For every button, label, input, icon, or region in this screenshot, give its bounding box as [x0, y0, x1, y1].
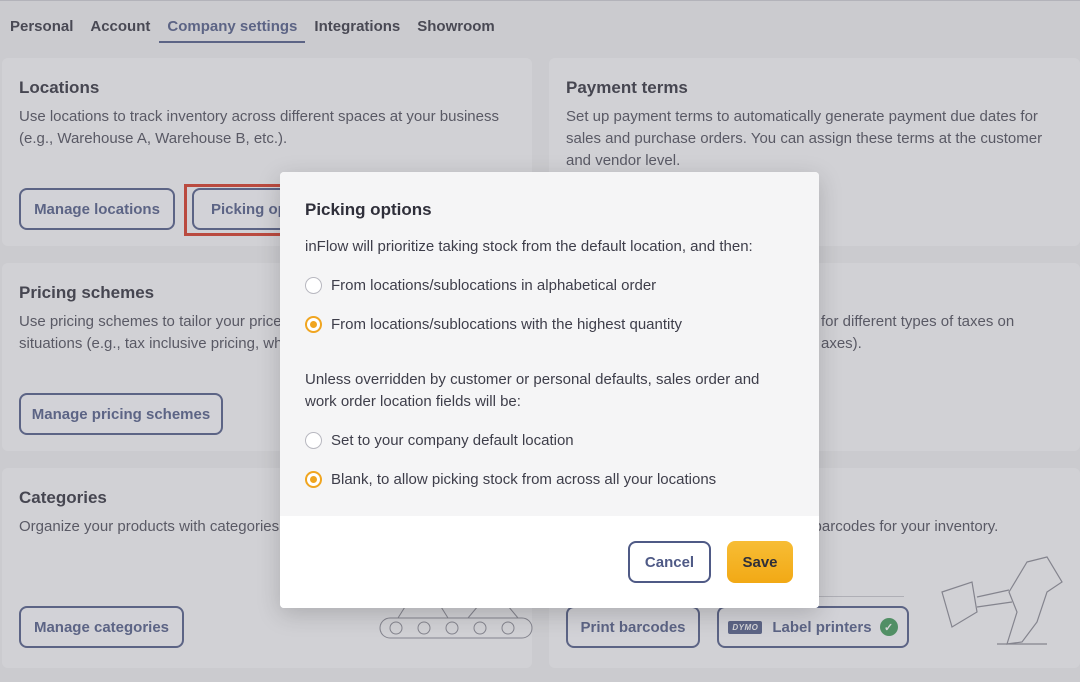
save-button[interactable]: Save — [727, 541, 793, 583]
dialog-body: Picking options inFlow will prioritize t… — [280, 172, 819, 516]
dialog-intro: inFlow will prioritize taking stock from… — [305, 238, 753, 255]
option-blank-label: Blank, to allow picking stock from acros… — [331, 471, 717, 488]
option-alphabetical[interactable]: From locations/sublocations in alphabeti… — [305, 277, 656, 294]
option-alphabetical-label: From locations/sublocations in alphabeti… — [331, 277, 657, 294]
radio-company-default[interactable] — [305, 432, 322, 449]
option-company-default-label: Set to your company default location — [331, 432, 574, 449]
radio-alphabetical[interactable] — [305, 277, 322, 294]
dialog-intro-2: Unless overridden by customer or persona… — [305, 371, 760, 410]
cancel-button[interactable]: Cancel — [628, 541, 711, 583]
settings-page: Personal Account Company settings Integr… — [0, 0, 1080, 682]
option-highest-quantity[interactable]: From locations/sublocations with the hig… — [305, 316, 682, 333]
option-highest-quantity-label: From locations/sublocations with the hig… — [331, 316, 683, 333]
option-company-default[interactable]: Set to your company default location — [305, 432, 574, 449]
radio-highest-quantity[interactable] — [305, 316, 322, 333]
option-blank[interactable]: Blank, to allow picking stock from acros… — [305, 471, 716, 488]
picking-options-dialog: Picking options inFlow will prioritize t… — [280, 172, 819, 608]
dialog-title: Picking options — [305, 200, 432, 219]
radio-blank[interactable] — [305, 471, 322, 488]
